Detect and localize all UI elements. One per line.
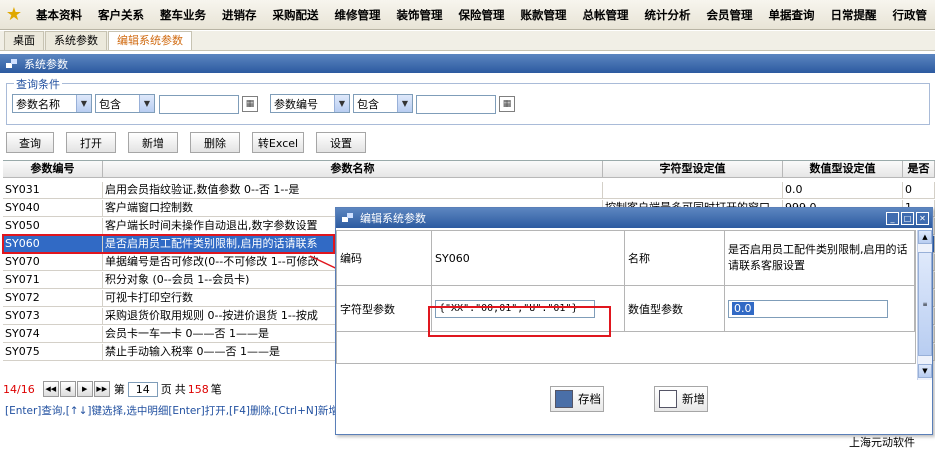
menu-crm[interactable]: 客户关系 <box>90 0 152 29</box>
page-number-input[interactable]: 14 <box>127 381 158 397</box>
export-excel-button[interactable]: 转Excel <box>252 132 304 153</box>
menu-insurance[interactable]: 保险管理 <box>451 0 513 29</box>
menu-members[interactable]: 会员管理 <box>699 0 761 29</box>
query-field1-select[interactable]: 参数名称 ▼ <box>12 94 92 113</box>
menu-purchase[interactable]: 采购配送 <box>265 0 327 29</box>
close-icon[interactable]: ✕ <box>916 211 929 225</box>
star-logo-icon: ★ <box>5 4 23 25</box>
main-menu-bar: ★ 基本资料 客户关系 整车业务 进销存 采购配送 维修管理 装饰管理 保险管理… <box>0 0 935 30</box>
menu-decoration[interactable]: 装饰管理 <box>389 0 451 29</box>
maximize-icon[interactable]: □ <box>901 211 914 225</box>
dialog-form: 编码 SY060 名称 是否启用员工配件类别限制,启用的话请联系客服设置 字符型… <box>336 230 916 364</box>
tab-bar: 桌面 系统参数 编辑系统参数 <box>0 31 935 51</box>
next-page-icon[interactable]: ▶ <box>76 381 93 397</box>
menu-accounts[interactable]: 账款管理 <box>513 0 575 29</box>
chevron-down-icon: ▼ <box>397 95 412 112</box>
dialog-header: 编辑系统参数 _ □ ✕ <box>336 208 932 228</box>
code-label: 编码 <box>337 231 432 286</box>
menu-ledger[interactable]: 总帐管理 <box>575 0 637 29</box>
code-value: SY060 <box>432 231 625 286</box>
query-op1-select[interactable]: 包含 ▼ <box>95 94 155 113</box>
calendar-icon[interactable]: ▦ <box>242 96 258 112</box>
table-row[interactable]: SY031 启用会员指纹验证,数值参数 0--否 1--是 0.0 0 <box>3 182 935 199</box>
table-header-row: 参数编号 参数名称 字符型设定值 数值型设定值 是否 <box>3 161 935 178</box>
query-value1-input[interactable] <box>159 95 239 114</box>
menu-admin[interactable]: 行政管 <box>885 0 935 29</box>
query-field2-select[interactable]: 参数编号 ▼ <box>270 94 350 113</box>
query-legend: 查询条件 <box>14 76 62 92</box>
col-header-name[interactable]: 参数名称 <box>103 161 603 178</box>
floppy-disk-icon <box>555 390 573 408</box>
query-button[interactable]: 查询 <box>6 132 54 153</box>
open-button[interactable]: 打开 <box>66 132 116 153</box>
menu-statistics[interactable]: 统计分析 <box>637 0 699 29</box>
menu-vehicle[interactable]: 整车业务 <box>152 0 214 29</box>
company-name: 上海元动软件 <box>849 436 915 449</box>
chevron-down-icon: ▼ <box>76 95 91 112</box>
pager-total: 158 <box>187 382 209 396</box>
selected-row-highlight <box>2 234 335 254</box>
scroll-down-icon[interactable]: ▼ <box>918 364 932 378</box>
numeric-param-label: 数值型参数 <box>625 286 725 332</box>
tab-desktop[interactable]: 桌面 <box>4 31 44 50</box>
chevron-down-icon: ▼ <box>139 95 154 112</box>
dialog-title: 编辑系统参数 <box>360 212 426 225</box>
panel-header: 系统参数 <box>0 54 935 73</box>
panel-title: 系统参数 <box>24 57 68 71</box>
dialog-scrollbar[interactable]: ▲ ≡ ▼ <box>917 230 932 380</box>
name-label: 名称 <box>625 231 725 286</box>
string-param-highlight <box>428 306 611 337</box>
tab-edit-system-params[interactable]: 编辑系统参数 <box>108 31 192 50</box>
query-value2-input[interactable] <box>416 95 496 114</box>
scroll-thumb[interactable]: ≡ <box>918 252 932 356</box>
name-value: 是否启用员工配件类别限制,启用的话请联系客服设置 <box>725 231 915 286</box>
delete-button[interactable]: 删除 <box>190 132 240 153</box>
query-op2-select[interactable]: 包含 ▼ <box>353 94 413 113</box>
menu-reminders[interactable]: 日常提醒 <box>823 0 885 29</box>
add-button[interactable]: 新增 <box>128 132 178 153</box>
prev-page-icon[interactable]: ◀ <box>59 381 76 397</box>
col-header-numeric[interactable]: 数值型设定值 <box>783 161 903 178</box>
col-header-string[interactable]: 字符型设定值 <box>603 161 783 178</box>
settings-button[interactable]: 设置 <box>316 132 366 153</box>
edit-params-dialog: 编辑系统参数 _ □ ✕ 编码 SY060 名称 是否启用员工配件类别限制,启用… <box>335 207 933 435</box>
menu-repair[interactable]: 维修管理 <box>327 0 389 29</box>
menu-inventory[interactable]: 进销存 <box>214 0 265 29</box>
new-button[interactable]: 新增 <box>654 386 708 412</box>
first-page-icon[interactable]: ◀◀ <box>42 381 59 397</box>
new-document-icon <box>659 390 677 408</box>
pager-current: 14/16 <box>3 382 35 396</box>
window-icon <box>6 58 18 69</box>
numeric-param-input[interactable]: 0.0 <box>728 299 888 318</box>
minimize-icon[interactable]: _ <box>886 211 899 225</box>
col-header-flag[interactable]: 是否 <box>903 161 935 178</box>
keyboard-hint: [Enter]查询,[↑↓]键选择,选中明细[Enter]打开,[F4]删除,[… <box>5 405 335 417</box>
window-icon <box>342 213 354 223</box>
calendar-icon[interactable]: ▦ <box>499 96 515 112</box>
string-param-label: 字符型参数 <box>337 286 432 332</box>
col-header-code[interactable]: 参数编号 <box>3 161 103 178</box>
scroll-up-icon[interactable]: ▲ <box>918 230 932 244</box>
tab-system-params[interactable]: 系统参数 <box>45 31 107 50</box>
menu-doc-query[interactable]: 单据查询 <box>761 0 823 29</box>
save-button[interactable]: 存档 <box>550 386 604 412</box>
pager: 14/16 ◀◀ ◀ ▶ ▶▶ 第 14 页 共 158 笔 <box>3 381 222 397</box>
menu-basic[interactable]: 基本资料 <box>28 0 90 29</box>
chevron-down-icon: ▼ <box>334 95 349 112</box>
last-page-icon[interactable]: ▶▶ <box>93 381 110 397</box>
